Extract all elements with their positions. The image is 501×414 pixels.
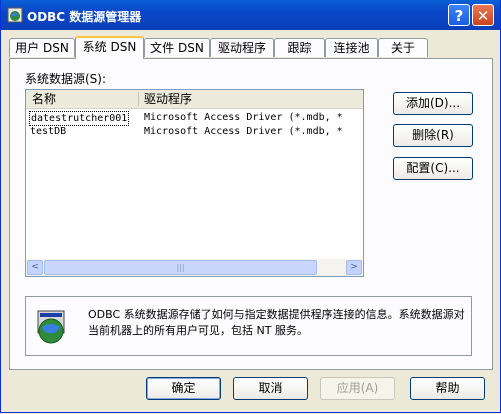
tab-drivers[interactable]: 驱动程序 — [210, 38, 274, 57]
tab-connection-pooling[interactable]: 连接池 — [325, 38, 378, 57]
column-divider[interactable] — [138, 92, 139, 106]
dsn-row[interactable]: datestrutcher001 Microsoft Access Driver… — [28, 111, 363, 126]
dsn-name: datestrutcher001 — [29, 111, 130, 126]
scroll-left-button[interactable]: < — [27, 260, 43, 275]
tab-tracing[interactable]: 跟踪 — [274, 38, 325, 57]
horizontal-scrollbar[interactable]: < ||| > — [26, 259, 363, 276]
close-button[interactable]: ✕ — [472, 4, 494, 26]
column-header-name[interactable]: 名称 — [32, 91, 56, 107]
help-button[interactable]: 帮助 — [410, 377, 485, 400]
dsn-row[interactable]: testDB Microsoft Access Driver (*.mdb, * — [28, 125, 363, 138]
apply-button[interactable]: 应用(A) — [320, 377, 395, 400]
odbc-globe-icon — [7, 7, 23, 23]
info-box: ODBC 系统数据源存储了如何与指定数据提供程序连接的信息。系统数据源对当前机器… — [25, 296, 472, 356]
tab-about[interactable]: 关于 — [378, 38, 428, 57]
title-bar[interactable]: ODBC 数据源管理器 ? ✕ — [1, 0, 500, 30]
info-description: ODBC 系统数据源存储了如何与指定数据提供程序连接的信息。系统数据源对当前机器… — [88, 308, 465, 337]
tab-system-dsn[interactable]: 系统 DSN — [75, 36, 144, 59]
column-header-driver[interactable]: 驱动程序 — [144, 91, 192, 107]
configure-button[interactable]: 配置(C)... — [393, 157, 473, 180]
dsn-driver: Microsoft Access Driver (*.mdb, * — [144, 112, 343, 123]
remove-button[interactable]: 删除(R) — [393, 124, 473, 147]
odbc-globe-icon — [37, 310, 65, 344]
scroll-thumb[interactable]: ||| — [44, 260, 317, 275]
system-dsn-list[interactable]: 名称 驱动程序 datestrutcher001 Microsoft Acces… — [25, 89, 364, 277]
dsn-driver: Microsoft Access Driver (*.mdb, * — [144, 126, 343, 137]
tab-user-dsn[interactable]: 用户 DSN — [9, 38, 75, 57]
dsn-name: testDB — [30, 126, 67, 137]
list-header: 名称 驱动程序 — [26, 90, 363, 109]
cancel-button[interactable]: 取消 — [233, 377, 308, 400]
system-dsn-label: 系统数据源(S): — [25, 72, 107, 86]
tab-file-dsn[interactable]: 文件 DSN — [144, 38, 210, 57]
add-button[interactable]: 添加(D)... — [393, 92, 473, 115]
ok-button[interactable]: 确定 — [146, 377, 221, 400]
help-title-button[interactable]: ? — [448, 4, 470, 26]
window-title: ODBC 数据源管理器 — [27, 10, 142, 24]
odbc-dialog: ODBC 数据源管理器 ? ✕ 用户 DSN 系统 DSN 文件 DSN 驱动程… — [0, 0, 501, 413]
scroll-right-button[interactable]: > — [346, 260, 362, 275]
